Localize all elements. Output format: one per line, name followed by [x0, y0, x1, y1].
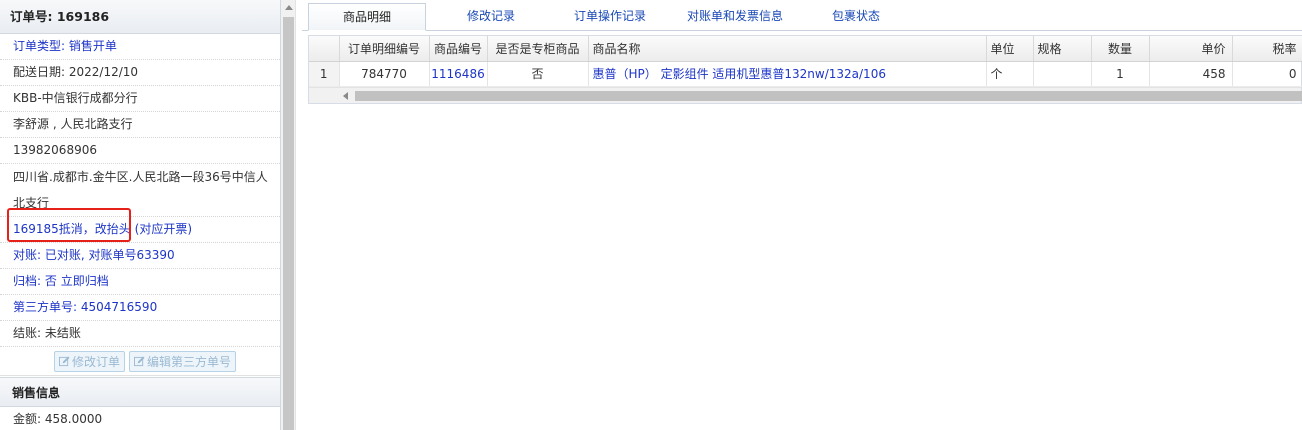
col-header-rownum [309, 36, 340, 62]
scrollbar-thumb[interactable] [283, 17, 294, 430]
col-header-product-id[interactable]: 商品编号 [429, 36, 488, 62]
edit-order-label: 修改订单 [71, 354, 120, 369]
delivery-date-row: 配送日期: 2022/12/10 [0, 60, 280, 86]
amount-row: 金额: 458.0000 [0, 407, 280, 430]
third-party-row: 第三方单号: 4504716590 [0, 295, 280, 321]
order-info-panel: 订单号: 169186 订单类型: 销售开单 配送日期: 2022/12/10 … [0, 0, 281, 430]
scroll-up-arrow-icon[interactable] [281, 0, 296, 15]
order-type-row: 订单类型: 销售开单 [0, 34, 280, 60]
cell-counter-product: 否 [487, 61, 589, 87]
edit-order-button[interactable]: 修改订单 [53, 350, 125, 372]
tab-bar: 商品明细 修改记录 订单操作记录 对账单和发票信息 包裹状态 [302, 0, 1302, 31]
edit-third-party-button[interactable]: 编辑第三方单号 [129, 350, 237, 372]
col-header-spec[interactable]: 规格 [1033, 36, 1092, 62]
archive-label: 归档: [13, 274, 45, 288]
grid-header-row: 订单明细编号 商品编号 是否是专柜商品 商品名称 单位 规格 数量 单价 税率 [309, 36, 1302, 62]
col-header-detail-id[interactable]: 订单明细编号 [339, 36, 430, 62]
product-name-link[interactable]: 惠普（HP） 定影组件 适用机型惠普132nw/132a/106 [588, 61, 987, 87]
product-grid: 订单明细编号 商品编号 是否是专柜商品 商品名称 单位 规格 数量 单价 税率 … [308, 35, 1302, 104]
col-header-unit[interactable]: 单位 [986, 36, 1034, 62]
col-header-tax-rate[interactable]: 税率 [1232, 36, 1302, 62]
customer-row: KBB-中信银行成都分行 [0, 86, 280, 112]
sales-info-header: 销售信息 [0, 377, 280, 407]
table-row[interactable]: 1 784770 1116486 否 惠普（HP） 定影组件 适用机型惠普132… [309, 61, 1302, 87]
phone-row: 13982068906 [0, 138, 280, 164]
tab-reconcile-invoice[interactable]: 对账单和发票信息 [664, 3, 806, 30]
cell-unit: 个 [986, 61, 1034, 87]
invoice-link[interactable]: (对应开票) [135, 222, 192, 236]
scroll-left-arrow-icon[interactable] [343, 91, 348, 100]
row-number: 1 [309, 61, 340, 87]
cell-spec [1033, 61, 1092, 87]
col-header-unit-price[interactable]: 单价 [1149, 36, 1233, 62]
cell-tax-rate: 0 [1232, 61, 1302, 87]
left-panel-scrollbar[interactable] [281, 0, 296, 430]
archive-row: 归档: 否 立即归档 [0, 269, 280, 295]
cell-quantity: 1 [1091, 61, 1150, 87]
col-header-counter-product[interactable]: 是否是专柜商品 [487, 36, 589, 62]
col-header-product-name[interactable]: 商品名称 [588, 36, 987, 62]
grid-horizontal-scrollbar[interactable] [309, 86, 1302, 103]
col-header-quantity[interactable]: 数量 [1091, 36, 1150, 62]
order-actions: 修改订单 编辑第三方单号 [0, 347, 280, 376]
edit-icon [58, 355, 70, 366]
edit-icon [134, 355, 145, 366]
order-note: 169185抵消，改抬头 [13, 222, 131, 236]
order-number-header: 订单号: 169186 [0, 0, 280, 34]
contact-row: 李舒源 , 人民北路支行 [0, 112, 280, 138]
cell-unit-price: 458 [1149, 61, 1233, 87]
settle-row: 结账: 未结账 [0, 321, 280, 347]
details-panel: 商品明细 修改记录 订单操作记录 对账单和发票信息 包裹状态 订单明细编号 商品… [302, 0, 1302, 430]
address-row: 四川省.成都市.金牛区.人民北路一段36号中信人北支行 [0, 164, 280, 217]
edit-third-party-label: 编辑第三方单号 [147, 354, 232, 369]
tab-product-details[interactable]: 商品明细 [308, 3, 426, 31]
tab-package-status[interactable]: 包裹状态 [806, 3, 906, 30]
archive-value: 否 [44, 274, 57, 288]
note-row: 169185抵消，改抬头 (对应开票) [0, 217, 280, 243]
cell-detail-id: 784770 [339, 61, 430, 87]
product-id-link[interactable]: 1116486 [429, 61, 488, 87]
tab-modify-log[interactable]: 修改记录 [426, 3, 556, 30]
horizontal-scrollbar-thumb[interactable] [355, 90, 1302, 101]
tab-order-operations[interactable]: 订单操作记录 [556, 3, 664, 30]
reconcile-row: 对账: 已对账, 对账单号63390 [0, 243, 280, 269]
archive-now-link[interactable]: 立即归档 [61, 274, 109, 288]
